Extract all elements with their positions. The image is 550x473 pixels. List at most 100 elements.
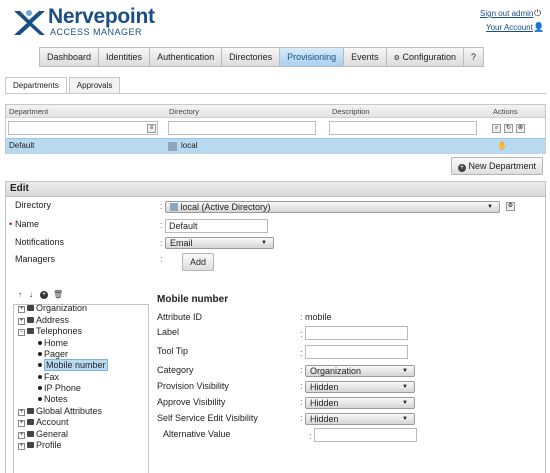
- expand-icon[interactable]: +: [18, 318, 25, 325]
- move-up-icon[interactable]: ↑: [18, 290, 22, 299]
- departments-table: Department Directory Description Actions…: [5, 104, 546, 154]
- notifications-select[interactable]: Email ▼: [165, 237, 274, 249]
- tree-node-organization[interactable]: + Organization: [18, 303, 87, 313]
- folder-icon: [27, 305, 34, 311]
- filter-directory-input[interactable]: [168, 121, 316, 135]
- directory-select[interactable]: local (Active Directory) ▼: [165, 201, 500, 213]
- edit-row-icon[interactable]: ✋: [497, 141, 507, 150]
- tree-node-ip-phone[interactable]: IP Phone: [38, 383, 81, 393]
- nervepoint-logo-icon: [14, 10, 45, 35]
- tree-node-mobile-number[interactable]: Mobile number: [38, 359, 108, 371]
- directory-cell: local: [181, 141, 198, 150]
- tree-node-label: Fax: [44, 372, 60, 382]
- tree-node-home[interactable]: Home: [38, 338, 68, 348]
- move-down-icon[interactable]: ↓: [29, 290, 33, 299]
- tree-node-general[interactable]: + General: [18, 429, 68, 439]
- self-service-visibility-label: Self Service Edit Visibility: [157, 413, 258, 423]
- tab-approvals[interactable]: Approvals: [68, 77, 121, 94]
- tab-provisioning[interactable]: Provisioning: [280, 48, 345, 66]
- filter-list-icon[interactable]: ≡: [147, 124, 156, 133]
- category-label: Category: [157, 365, 194, 375]
- expand-icon[interactable]: +: [18, 306, 25, 313]
- tab-departments[interactable]: Departments: [5, 77, 67, 94]
- approve-visibility-select[interactable]: Hidden ▼: [305, 397, 415, 409]
- tree-node-label: Address: [36, 315, 70, 325]
- app-subtitle: ACCESS MANAGER: [50, 27, 143, 37]
- chevron-down-icon: ▼: [402, 400, 408, 406]
- tree-node-global-attributes[interactable]: + Global Attributes: [18, 406, 102, 416]
- colon: :: [160, 254, 163, 264]
- tree-node-telephones[interactable]: − Telephones: [18, 326, 82, 336]
- bullet-icon: [38, 397, 42, 401]
- chevron-down-icon: ▼: [261, 240, 267, 246]
- tab-events[interactable]: Events: [344, 48, 387, 66]
- tree-node-account[interactable]: + Account: [18, 417, 69, 427]
- user-icon[interactable]: 👤: [533, 22, 544, 33]
- attribute-heading: Mobile number: [157, 294, 229, 305]
- power-icon[interactable]: ⏻: [534, 8, 541, 19]
- directory-settings-icon[interactable]: ⚙: [506, 202, 515, 211]
- attribute-tree: + Organization + Address − Telephones Home …: [13, 303, 149, 473]
- app-title: Nervepoint: [48, 5, 155, 28]
- delete-icon[interactable]: 🗑: [53, 290, 63, 299]
- column-header-description[interactable]: Description: [332, 107, 370, 116]
- expand-icon[interactable]: +: [18, 443, 25, 450]
- tree-node-fax[interactable]: Fax: [38, 372, 59, 382]
- tree-node-address[interactable]: + Address: [18, 315, 69, 325]
- refresh-icon[interactable]: ↻: [504, 124, 513, 133]
- colon: :: [300, 365, 303, 375]
- bullet-icon: [38, 386, 42, 390]
- alternative-value-input[interactable]: [314, 428, 417, 442]
- colon: :: [300, 413, 303, 423]
- notifications-label: Notifications: [15, 237, 65, 247]
- chevron-down-icon: ▼: [402, 384, 408, 390]
- colon: :: [160, 201, 163, 211]
- filter-description-input[interactable]: [329, 121, 477, 135]
- tab-dashboard[interactable]: Dashboard: [40, 48, 100, 66]
- folder-icon: [27, 317, 34, 323]
- expand-icon[interactable]: +: [18, 420, 25, 427]
- category-select-value: Organization: [310, 366, 362, 376]
- label-input[interactable]: [305, 326, 408, 340]
- column-header-department[interactable]: Department: [9, 107, 48, 116]
- tab-authentication[interactable]: Authentication: [150, 48, 223, 66]
- chevron-down-icon: ▼: [402, 416, 408, 422]
- tree-node-profile[interactable]: + Profile: [18, 440, 62, 450]
- expand-icon[interactable]: +: [18, 409, 25, 416]
- your-account-link[interactable]: Your Account: [486, 23, 533, 32]
- search-icon[interactable]: ⌕: [492, 124, 501, 133]
- folder-icon: [27, 408, 34, 414]
- category-select[interactable]: Organization ▼: [305, 365, 415, 377]
- column-header-directory[interactable]: Directory: [169, 107, 199, 116]
- tree-node-label: Account: [36, 417, 69, 427]
- add-attribute-icon[interactable]: +: [40, 291, 48, 299]
- add-manager-button[interactable]: Add: [182, 253, 214, 271]
- sign-out-link[interactable]: Sign out admin: [480, 9, 533, 18]
- tooltip-input[interactable]: [305, 345, 408, 359]
- new-department-button[interactable]: + New Department: [451, 157, 543, 175]
- provision-visibility-value: Hidden: [310, 382, 339, 392]
- tab-directories[interactable]: Directories: [222, 48, 281, 66]
- folder-icon: [27, 419, 34, 425]
- tree-node-label: Home: [44, 338, 69, 348]
- tab-configuration[interactable]: ⚙ Configuration: [387, 48, 465, 66]
- tree-node-label: Profile: [36, 440, 62, 450]
- tab-help[interactable]: ?: [464, 48, 483, 66]
- tooltip-label: Tool Tip: [157, 346, 189, 356]
- chevron-down-icon: ▼: [402, 368, 408, 374]
- approve-visibility-label: Approve Visibility: [157, 397, 226, 407]
- tree-node-notes[interactable]: Notes: [38, 394, 68, 404]
- table-row[interactable]: Default local ✋: [6, 138, 545, 154]
- tree-node-label: Organization: [36, 303, 88, 313]
- collapse-icon[interactable]: −: [18, 329, 25, 336]
- tree-node-pager[interactable]: Pager: [38, 349, 68, 359]
- filter-department-input[interactable]: [8, 121, 158, 135]
- self-service-visibility-select[interactable]: Hidden ▼: [305, 413, 415, 425]
- name-input[interactable]: Default: [165, 219, 268, 233]
- name-label: Name: [15, 219, 40, 229]
- reset-icon[interactable]: ⊗: [516, 124, 525, 133]
- column-header-actions: Actions: [493, 107, 518, 116]
- provision-visibility-select[interactable]: Hidden ▼: [305, 381, 415, 393]
- expand-icon[interactable]: +: [18, 432, 25, 439]
- tab-identities[interactable]: Identities: [99, 48, 151, 66]
